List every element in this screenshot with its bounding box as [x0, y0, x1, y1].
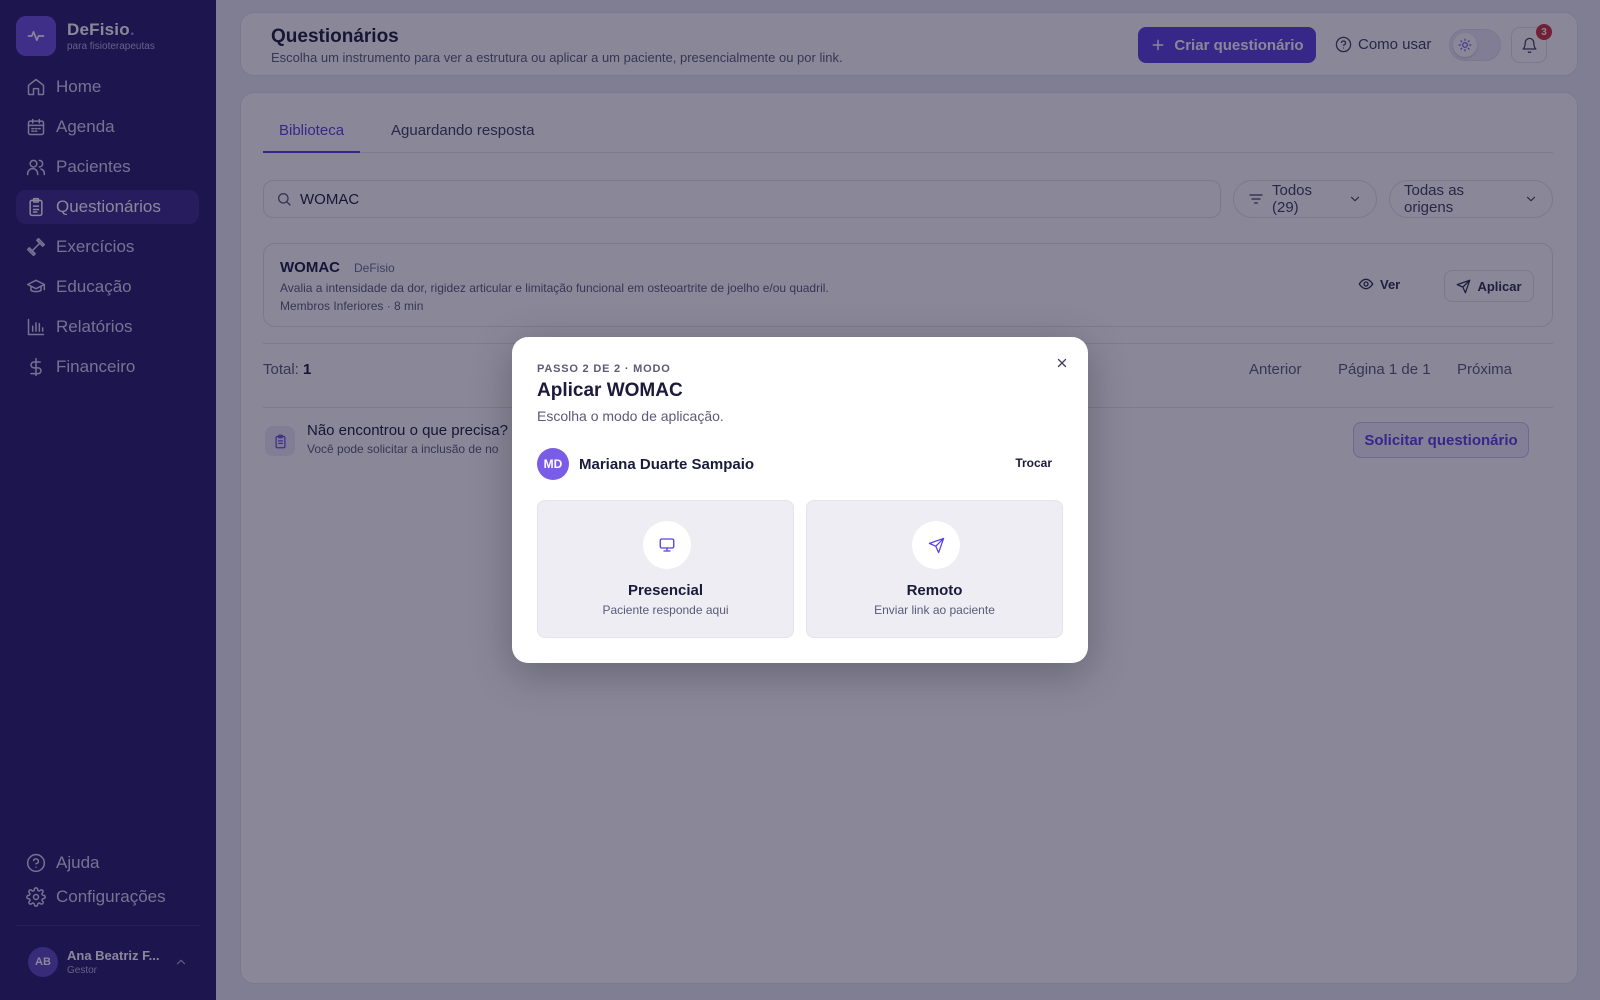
mode-title: Presencial [627, 582, 704, 599]
mode-title: Remoto [906, 582, 963, 599]
close-button[interactable] [1052, 353, 1072, 373]
mode-subtitle: Enviar link ao paciente [874, 603, 995, 617]
mode-subtitle: Paciente responde aqui [602, 603, 729, 617]
step-indicator: PASSO 2 DE 2 · MODO [537, 363, 671, 375]
dialog-title: Aplicar WOMAC [537, 380, 683, 401]
dialog-subtitle: Escolha o modo de aplicação. [537, 408, 724, 424]
mode-option-remoto[interactable]: Remoto Enviar link ao paciente [806, 500, 1063, 638]
avatar: MD [537, 448, 569, 480]
change-patient-button[interactable]: Trocar [1015, 456, 1052, 470]
monitor-icon [643, 521, 691, 569]
mode-option-presencial[interactable]: Presencial Paciente responde aqui [537, 500, 794, 638]
selected-patient: MD Mariana Duarte Sampaio [537, 448, 754, 480]
patient-name: Mariana Duarte Sampaio [579, 455, 755, 473]
send-icon [912, 521, 960, 569]
close-icon [1057, 358, 1067, 368]
apply-mode-dialog: PASSO 2 DE 2 · MODO Aplicar WOMAC Escolh… [512, 337, 1088, 663]
